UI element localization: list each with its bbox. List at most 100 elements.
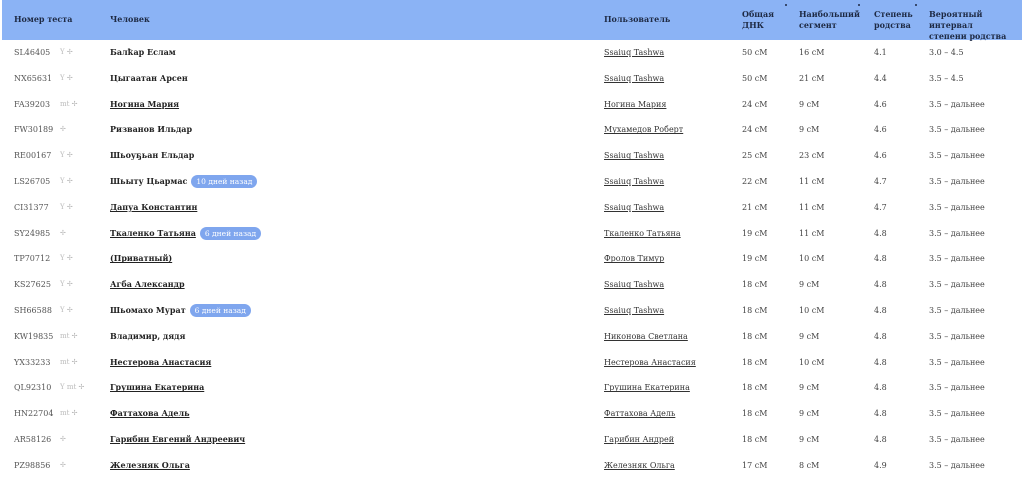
total-dna: 18 cM — [742, 305, 768, 315]
user-link[interactable]: Фролов Тимур — [604, 246, 664, 272]
table-row[interactable]: TP70712 Y ✢ (Приватный) Фролов Тимур 19 cM 10… — [2, 246, 1022, 272]
largest-segment: 9 cM — [799, 434, 820, 444]
total-dna: 22 cM — [742, 176, 768, 186]
person-name: Шьоуҕьан Ельдар — [110, 150, 195, 161]
test-number: QL92310 — [14, 383, 52, 393]
largest-segment: 10 cM — [799, 305, 825, 315]
person-cell: Шьомахо Мурат 6 дней назад — [110, 298, 251, 324]
user-link[interactable]: Ssaiuq Tashwa — [604, 66, 664, 92]
total-dna: 18 cM — [742, 383, 768, 393]
table-row[interactable]: HN22704 mt ✢ Фаттахова Адель Фаттахова Адел… — [2, 401, 1022, 427]
person-cell[interactable]: Грушина Екатерина — [110, 375, 204, 401]
user-link[interactable]: Ssaiuq Tashwa — [604, 40, 664, 66]
sort-indicator-icon — [785, 4, 787, 6]
relationship-degree: 4.4 — [874, 73, 887, 83]
header-user[interactable]: Пользователь — [604, 14, 670, 25]
table-row[interactable]: KS27625 Y ✢ Агба Александр Ssaiuq Tashwa 18 … — [2, 272, 1022, 298]
haplogroup-icons: Y ✢ — [60, 73, 73, 82]
user-link[interactable]: Ssaiuq Tashwa — [604, 195, 664, 221]
table-row[interactable]: LS26705 Y ✢ Шьыту Цьармас 10 дней назад Ssai… — [2, 169, 1022, 195]
matches-table: Номер теста Человек Пользователь Общая Д… — [2, 0, 1022, 479]
largest-segment: 23 cM — [799, 151, 825, 161]
relationship-degree: 4.8 — [874, 280, 887, 290]
table-row[interactable]: QL92310 Y mt ✢ Грушина Екатерина Грушина Ек… — [2, 375, 1022, 401]
person-name[interactable]: Ткаленко Татьяна — [110, 228, 196, 238]
header-probable-range[interactable]: Вероятный интервал степени родства — [929, 9, 1022, 42]
person-name[interactable]: Дапуа Константин — [110, 202, 197, 212]
total-dna: 18 cM — [742, 357, 768, 367]
table-row[interactable]: CI31377 Y ✢ Дапуа Константин Ssaiuq Tashwa 2… — [2, 195, 1022, 221]
probable-range: 3.5 – дальнее — [929, 357, 985, 367]
person-name[interactable]: Ногина Мария — [110, 99, 179, 109]
test-number: FW30189 — [14, 125, 54, 135]
sort-indicator-icon — [858, 4, 860, 6]
person-cell: Балҟар Еслам — [110, 40, 176, 66]
table-row[interactable]: PZ98856 ✢ Железняк Ольга Железняк Ольга 17 c… — [2, 453, 1022, 479]
relationship-degree: 4.8 — [874, 409, 887, 419]
person-name: Шьыту Цьармас — [110, 175, 188, 186]
sort-indicator-icon — [915, 4, 917, 6]
user-link[interactable]: Фаттахова Адель — [604, 401, 675, 427]
user-link[interactable]: Ssaiuq Tashwa — [604, 169, 664, 195]
person-cell[interactable]: (Приватный) — [110, 246, 172, 272]
user-link[interactable]: Ssaiuq Tashwa — [604, 143, 664, 169]
user-link[interactable]: Ткаленко Татьяна — [604, 221, 681, 247]
person-name: Шьомахо Мурат — [110, 304, 186, 315]
person-name[interactable]: Железняк Ольга — [110, 460, 190, 470]
largest-segment: 21 cM — [799, 73, 825, 83]
table-body: SL46405 Y ✢ Балҟар Еслам Ssaiuq Tashwa 50 cM… — [2, 40, 1022, 479]
new-match-badge: 6 дней назад — [199, 227, 262, 241]
person-name[interactable]: Агба Александр — [110, 279, 185, 289]
user-link[interactable]: Нестерова Анастасия — [604, 350, 696, 376]
person-cell[interactable]: Дапуа Константин — [110, 195, 197, 221]
user-link[interactable]: Гарибин Андрей — [604, 427, 674, 453]
haplogroup-icons: Y ✢ — [60, 305, 73, 314]
table-row[interactable]: FA39203 mt ✢ Ногина Мария Ногина Мария 24 cM… — [2, 92, 1022, 118]
user-link[interactable]: Ногина Мария — [604, 92, 666, 118]
table-row[interactable]: KW19835 mt ✢ Владимир, дядя Никонова Светла… — [2, 324, 1022, 350]
user-link[interactable]: Ssaiuq Tashwa — [604, 272, 664, 298]
header-total-dna[interactable]: Общая ДНК — [742, 9, 774, 31]
probable-range: 3.5 – дальнее — [929, 99, 985, 109]
person-cell[interactable]: Гарибин Евгений Андреевич — [110, 427, 245, 453]
header-relationship-degree-line2: родства — [874, 20, 911, 30]
largest-segment: 9 cM — [799, 331, 820, 341]
table-row[interactable]: FW30189 ✢ Ризванов Ильдар Мухамедов Роберт 2… — [2, 117, 1022, 143]
table-row[interactable]: YX33233 mt ✢ Нестерова Анастасия Нестерова … — [2, 350, 1022, 376]
user-link[interactable]: Никонова Светлана — [604, 324, 688, 350]
table-row[interactable]: SY24985 ✢ Ткаленко Татьяна 6 дней назад Ткал… — [2, 221, 1022, 247]
person-cell[interactable]: Ногина Мария — [110, 92, 179, 118]
person-cell[interactable]: Фаттахова Адель — [110, 401, 190, 427]
user-link[interactable]: Ssaiuq Tashwa — [604, 298, 664, 324]
person-name[interactable]: Нестерова Анастасия — [110, 357, 211, 367]
table-header: Номер теста Человек Пользователь Общая Д… — [2, 0, 1022, 42]
largest-segment: 9 cM — [799, 409, 820, 419]
header-largest-segment[interactable]: Наибольший сегмент — [799, 9, 860, 31]
person-name[interactable]: Грушина Екатерина — [110, 382, 204, 392]
person-cell: Ризванов Ильдар — [110, 117, 192, 143]
header-relationship-degree-line1: Степень — [874, 9, 913, 19]
table-row[interactable]: RE00167 Y ✢ Шьоуҕьан Ельдар Ssaiuq Tashwa 25… — [2, 143, 1022, 169]
person-cell[interactable]: Железняк Ольга — [110, 453, 190, 479]
person-cell[interactable]: Нестерова Анастасия — [110, 350, 211, 376]
haplogroup-icons: Y ✢ — [60, 202, 73, 211]
header-largest-segment-line1: Наибольший — [799, 9, 860, 19]
person-name[interactable]: (Приватный) — [110, 253, 172, 263]
header-test-number[interactable]: Номер теста — [14, 14, 72, 25]
person-name[interactable]: Гарибин Евгений Андреевич — [110, 434, 245, 444]
person-cell[interactable]: Ткаленко Татьяна 6 дней назад — [110, 221, 262, 247]
table-row[interactable]: NX65631 Y ✢ Цыгаатан Арсен Ssaiuq Tashwa 50 … — [2, 66, 1022, 92]
table-row[interactable]: SH66588 Y ✢ Шьомахо Мурат 6 дней назад Ssaiu… — [2, 298, 1022, 324]
table-row[interactable]: SL46405 Y ✢ Балҟар Еслам Ssaiuq Tashwa 50 cM… — [2, 40, 1022, 66]
person-cell[interactable]: Агба Александр — [110, 272, 185, 298]
header-person[interactable]: Человек — [110, 14, 150, 25]
user-link[interactable]: Мухамедов Роберт — [604, 117, 683, 143]
probable-range: 3.5 – дальнее — [929, 151, 985, 161]
header-relationship-degree[interactable]: Степень родства — [874, 9, 913, 31]
probable-range: 3.0 – 4.5 — [929, 48, 964, 57]
user-link[interactable]: Железняк Ольга — [604, 453, 675, 479]
person-cell: Шьыту Цьармас 10 дней назад — [110, 169, 258, 195]
person-name[interactable]: Фаттахова Адель — [110, 408, 190, 418]
user-link[interactable]: Грушина Екатерина — [604, 375, 690, 401]
table-row[interactable]: AR58126 ✢ Гарибин Евгений Андреевич Гарибин… — [2, 427, 1022, 453]
